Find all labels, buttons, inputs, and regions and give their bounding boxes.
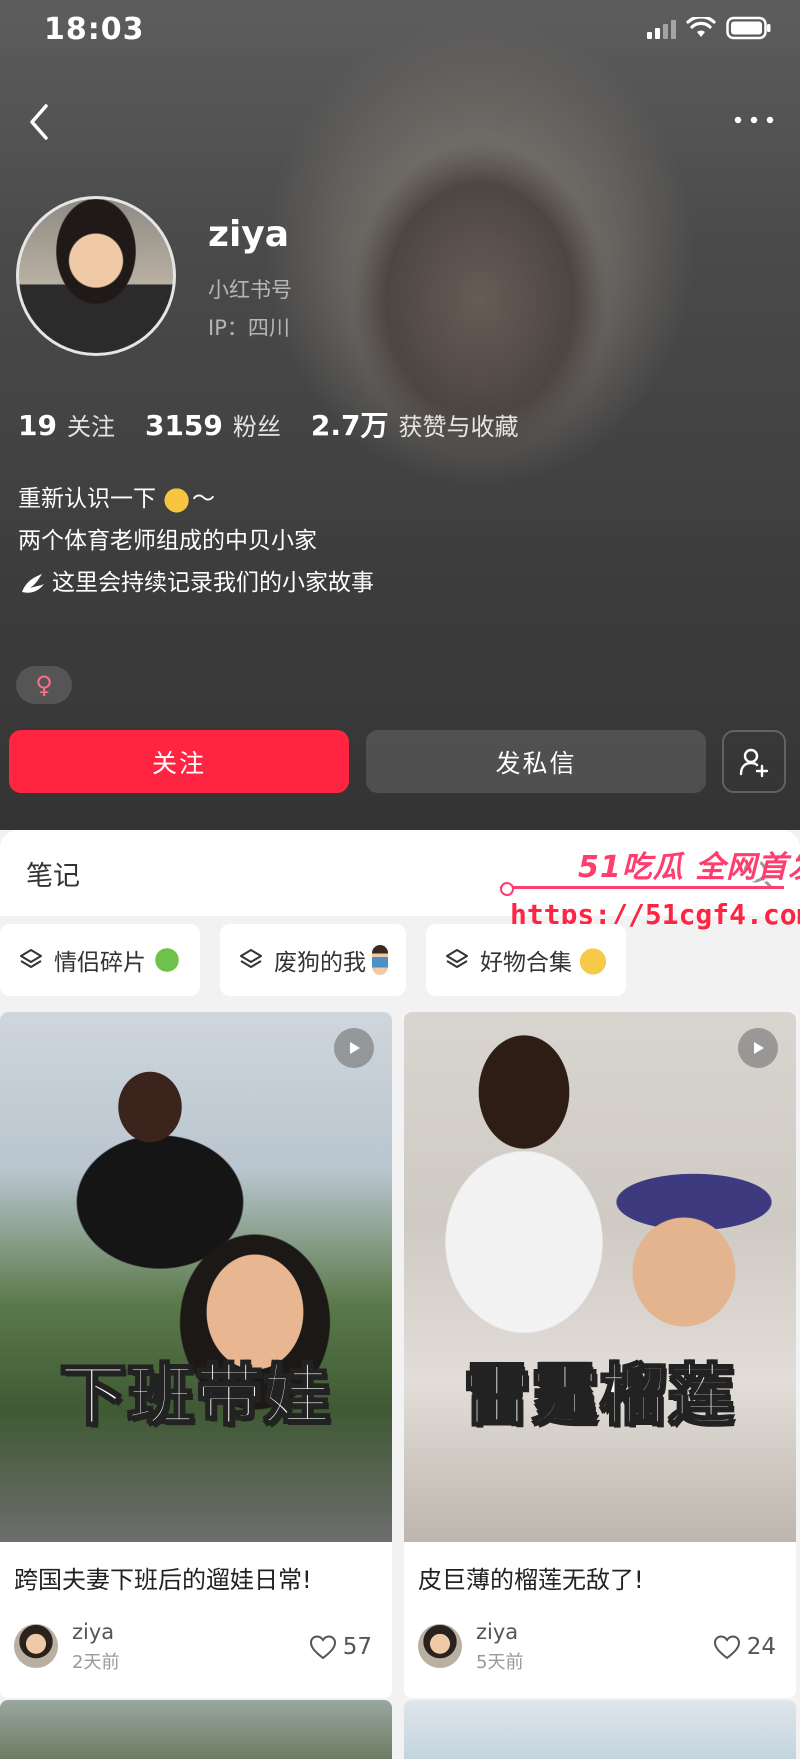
bio-line-1-text: 重新认识一下 xyxy=(18,486,156,512)
video-play-icon xyxy=(738,1028,778,1068)
heart-icon xyxy=(713,1635,740,1660)
note-cover-caption: 雷霆榴莲 xyxy=(463,1356,736,1435)
status-time: 18:03 xyxy=(44,12,145,47)
status-bar: 18:03 xyxy=(0,0,800,60)
stat-following-count: 19 xyxy=(18,409,57,442)
stat-following-label: 关注 xyxy=(66,413,115,441)
add-friend-button[interactable] xyxy=(722,730,786,793)
status-icons xyxy=(647,16,772,40)
watermark-line xyxy=(500,882,784,896)
dove-icon xyxy=(22,574,44,593)
back-button[interactable] xyxy=(12,92,62,152)
more-dots-icon xyxy=(734,116,774,124)
profile-stats: 19 关注 3159 粉丝 2.7万 获赞与收藏 xyxy=(18,404,549,444)
note-cover-caption: 下班带娃 xyxy=(59,1356,332,1435)
chevron-left-icon xyxy=(30,104,48,140)
collection-chip-label: 情侣碎片 xyxy=(54,950,146,976)
battery-icon xyxy=(726,16,771,40)
video-play-icon xyxy=(334,1028,374,1068)
collection-chip-label: 好物合集 xyxy=(480,950,572,976)
note-cover-image: 下班带娃 xyxy=(0,1012,392,1542)
more-button[interactable] xyxy=(726,100,782,140)
ip-location: IP：四川 xyxy=(208,316,290,340)
collection-chip[interactable]: 情侣碎片 xyxy=(0,924,200,996)
profile-bio: 重新认识一下 ～ 两个体育老师组成的中贝小家 这里会持续记录我们的小家故事 xyxy=(18,478,374,604)
bio-line-2: 两个体育老师组成的中贝小家 xyxy=(18,520,374,562)
stat-followers-label: 粉丝 xyxy=(232,413,281,441)
female-icon: ♀ xyxy=(35,671,53,699)
like-count: 57 xyxy=(342,1634,372,1660)
note-author[interactable]: ziya xyxy=(72,1620,114,1644)
username: ziya xyxy=(208,214,290,255)
bio-line-2-text: 两个体育老师组成的中贝小家 xyxy=(18,528,317,554)
profile-header: 18:03 ziya 小红书号 IP：四川 19 关注 3159 粉丝 2.7万… xyxy=(0,0,800,830)
bio-line-3: 这里会持续记录我们的小家故事 xyxy=(18,562,374,604)
add-user-icon xyxy=(739,748,769,777)
stat-likes[interactable]: 2.7万 获赞与收藏 xyxy=(311,404,519,444)
layers-icon xyxy=(446,949,468,968)
redbook-id[interactable]: 小红书号 xyxy=(208,274,292,304)
author-avatar[interactable] xyxy=(418,1624,462,1668)
stat-following[interactable]: 19 关注 xyxy=(18,407,115,442)
collection-chips: 情侣碎片 废狗的我 好物合集 xyxy=(0,924,800,998)
note-card-peek[interactable] xyxy=(404,1700,796,1759)
note-author[interactable]: ziya xyxy=(476,1620,518,1644)
wifi-icon xyxy=(686,17,716,37)
note-footer: ziya 2天前 57 xyxy=(0,1606,392,1698)
note-footer: ziya 5天前 24 xyxy=(404,1606,796,1698)
note-time: 2天前 xyxy=(72,1652,120,1673)
bio-line-1-tail: ～ xyxy=(192,486,215,512)
stat-likes-count: 2.7万 xyxy=(310,409,389,442)
party-face-icon xyxy=(578,945,608,975)
collection-chip[interactable]: 废狗的我 xyxy=(220,924,406,996)
note-title: 跨国夫妻下班后的遛娃日常! xyxy=(14,1566,312,1594)
note-card[interactable]: 雷霆榴莲 皮巨薄的榴莲无敌了! ziya 5天前 24 xyxy=(404,1012,796,1698)
note-cover-image: 雷霆榴莲 xyxy=(404,1012,796,1542)
message-button[interactable]: 发私信 xyxy=(366,730,706,793)
stat-followers[interactable]: 3159 粉丝 xyxy=(145,407,281,442)
person-standing-icon xyxy=(372,945,388,975)
collection-chip-label: 废狗的我 xyxy=(274,950,366,976)
gender-tag: ♀ xyxy=(16,666,72,704)
bio-line-1: 重新认识一下 ～ xyxy=(18,478,374,520)
avatar[interactable] xyxy=(16,196,176,356)
stat-followers-count: 3159 xyxy=(144,409,223,442)
note-card-peek[interactable] xyxy=(0,1700,392,1759)
stat-likes-label: 获赞与收藏 xyxy=(398,413,519,441)
author-avatar[interactable] xyxy=(14,1624,58,1668)
note-time: 5天前 xyxy=(476,1652,524,1673)
tab-notes[interactable]: 笔记 xyxy=(26,854,80,893)
layers-icon xyxy=(240,949,262,968)
content-panel: 笔记 51吃瓜 全网首发 https://51cgf4.com 情侣碎片 废狗的… xyxy=(0,830,800,1759)
watermark-title: 51吃瓜 全网首发 xyxy=(578,850,800,885)
collection-chip[interactable]: 好物合集 xyxy=(426,924,626,996)
heart-icon xyxy=(309,1635,336,1660)
puzzle-icon xyxy=(152,945,182,975)
note-card[interactable]: 下班带娃 跨国夫妻下班后的遛娃日常! ziya 2天前 57 xyxy=(0,1012,392,1698)
follow-button[interactable]: 关注 xyxy=(9,730,349,793)
layers-icon xyxy=(20,949,42,968)
signal-icon xyxy=(647,17,676,39)
waving-hand-icon xyxy=(164,485,192,513)
like-button[interactable]: 57 xyxy=(309,1634,372,1660)
note-title: 皮巨薄的榴莲无敌了! xyxy=(418,1566,644,1594)
like-count: 24 xyxy=(746,1634,776,1660)
bio-line-3-text: 这里会持续记录我们的小家故事 xyxy=(52,570,374,596)
like-button[interactable]: 24 xyxy=(713,1634,776,1660)
